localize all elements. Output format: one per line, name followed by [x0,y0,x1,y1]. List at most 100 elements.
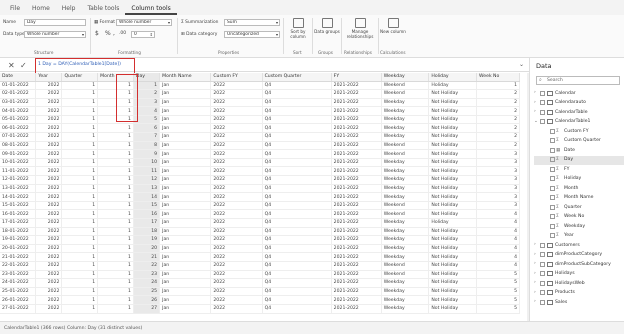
table-cell[interactable]: 2021-2022 [331,287,382,297]
table-cell[interactable]: 2021-2022 [331,278,382,288]
format-dropdown[interactable]: Whole number ▾ [116,19,172,26]
table-cell[interactable]: 1 [97,227,134,237]
comma-button[interactable]: , [113,30,115,37]
table-cell[interactable]: Jan [159,252,212,262]
table-cell[interactable]: Weekend [381,141,430,151]
table-cell[interactable]: 2 [476,123,520,134]
table-cell[interactable]: Jan [159,227,212,237]
table-cell[interactable]: 2 [476,98,520,108]
table-cell[interactable]: 2021-2022 [331,115,382,125]
table-item-calendarauto[interactable]: › Calendarauto [534,99,624,109]
table-cell[interactable]: 23 [133,270,161,280]
table-cell[interactable]: 3 [476,158,520,168]
table-cell[interactable]: 17 [133,218,161,228]
table-cell[interactable]: 13-01-2022 [0,184,37,194]
table-cell[interactable]: 2 [476,89,520,99]
table-cell[interactable]: Weekday [381,227,430,237]
checkbox[interactable] [550,147,555,153]
table-cell[interactable]: 19 [133,235,161,245]
table-cell[interactable]: Weekday [381,132,430,142]
table-cell[interactable]: 1 [97,270,134,280]
column-header-custom-fy[interactable]: Custom FY [210,73,263,82]
table-cell[interactable]: Weekday [381,184,430,194]
table-cell[interactable]: Weekday [381,123,430,134]
table-cell[interactable]: 09-01-2022 [0,149,37,159]
table-cell[interactable]: 3 [476,192,520,202]
table-cell[interactable]: Not Holiday [428,106,478,116]
field-item-fy[interactable]: Σ FY [534,165,624,175]
table-cell[interactable]: 25-01-2022 [0,287,37,297]
table-cell[interactable]: 2021-2022 [331,235,382,245]
table-cell[interactable]: 2021-2022 [331,106,382,116]
table-cell[interactable]: 25 [133,287,161,297]
table-cell[interactable]: Not Holiday [428,261,478,271]
table-item-products[interactable]: › Products [534,289,624,299]
table-cell[interactable]: Q4 [262,304,332,314]
checkbox[interactable] [540,252,545,257]
table-cell[interactable]: 1 [61,106,99,116]
table-cell[interactable]: 06-01-2022 [0,123,37,134]
table-cell[interactable]: 1 [97,287,134,297]
table-cell[interactable]: 03-01-2022 [0,98,37,108]
table-cell[interactable]: 2022 [210,175,263,185]
checkbox[interactable] [550,195,555,200]
checkbox[interactable] [550,166,555,172]
checkbox[interactable] [540,109,545,115]
table-cell[interactable]: 2022 [35,106,63,116]
tab-table-tools[interactable]: Table tools [81,5,125,15]
table-cell[interactable]: Not Holiday [428,278,478,288]
table-cell[interactable]: 1 [61,149,99,159]
table-cell[interactable]: 1 [61,218,99,228]
chevron-right-icon[interactable]: › [534,109,536,114]
table-cell[interactable]: 02-01-2022 [0,89,37,99]
table-cell[interactable]: 2022 [35,149,63,159]
table-cell[interactable]: 10 [133,158,161,168]
table-cell[interactable]: 07-01-2022 [0,132,37,142]
checkbox[interactable] [550,128,555,134]
table-cell[interactable]: 2022 [210,132,263,142]
table-cell[interactable]: 2021-2022 [331,89,382,99]
table-cell[interactable]: Q4 [262,106,332,116]
table-cell[interactable]: Q4 [262,261,332,271]
tab-file[interactable]: File [4,5,26,15]
table-cell[interactable]: 18 [133,227,161,237]
table-cell[interactable]: 2022 [210,201,263,211]
table-cell[interactable]: Holiday [428,218,478,228]
checkbox[interactable] [540,299,545,305]
column-header-holiday[interactable]: Holiday [428,73,478,82]
table-cell[interactable]: 2021-2022 [331,166,382,177]
chevron-right-icon[interactable]: › [534,271,536,276]
table-cell[interactable]: Q4 [262,184,332,194]
percent-button[interactable]: % [105,30,111,37]
table-cell[interactable]: 2022 [210,98,263,108]
table-cell[interactable]: 2022 [35,244,63,254]
table-cell[interactable]: Jan [159,235,212,245]
table-cell[interactable]: Not Holiday [428,287,478,297]
table-cell[interactable]: 2 [476,141,520,151]
table-cell[interactable]: 1 [97,278,134,288]
table-cell[interactable]: 21-01-2022 [0,252,37,262]
table-cell[interactable]: Jan [159,158,212,168]
table-cell[interactable]: 11-01-2022 [0,166,37,177]
table-cell[interactable]: Q4 [262,244,332,254]
table-cell[interactable]: 2022 [35,227,63,237]
table-cell[interactable]: 2022 [35,175,63,185]
table-cell[interactable]: 2021-2022 [331,149,382,159]
table-cell[interactable]: Q4 [262,89,332,99]
table-cell[interactable]: Holiday [428,81,478,91]
table-cell[interactable]: 1 [476,81,520,91]
table-item-dimproductcategory[interactable]: › dimProductCategory [534,251,624,261]
table-cell[interactable]: Weekend [381,149,430,159]
table-cell[interactable]: Weekday [381,235,430,245]
checkbox[interactable] [550,157,555,162]
field-item-quarter[interactable]: Σ Quarter [534,203,624,213]
new-column-button[interactable]: New column [380,18,406,48]
field-item-year[interactable]: Σ Year [534,232,624,242]
table-cell[interactable]: 2021-2022 [331,123,382,134]
table-cell[interactable]: 1 [61,287,99,297]
table-cell[interactable]: 3 [476,201,520,211]
table-cell[interactable]: 19-01-2022 [0,235,37,245]
chevron-down-icon[interactable]: ⌄ [534,119,538,124]
column-header-date[interactable]: Date [0,73,37,82]
chevron-right-icon[interactable]: › [534,280,536,285]
